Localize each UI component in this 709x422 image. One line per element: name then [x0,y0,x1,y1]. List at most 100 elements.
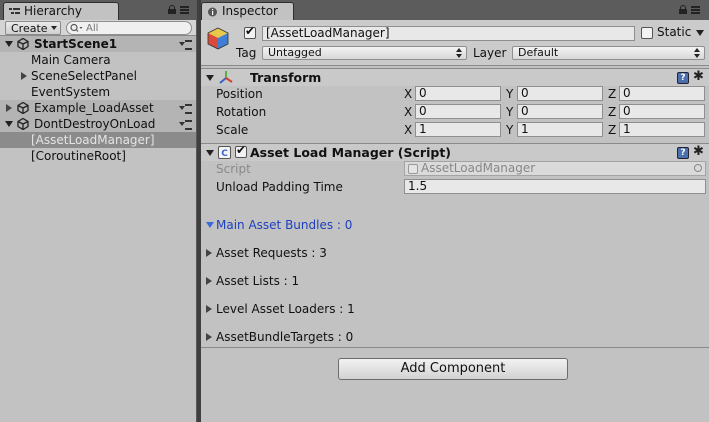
script-component-title: Asset Load Manager (Script) [250,145,452,160]
inspector-tab-controls [679,5,700,14]
rotation-z-field[interactable]: 0 [619,104,705,119]
tab-hierarchy-label: Hierarchy [24,4,83,18]
static-dropdown-icon[interactable] [696,30,704,36]
gear-icon[interactable]: ✱ [693,145,709,159]
layer-dropdown[interactable]: Default [512,46,705,60]
scene-row-startscene1[interactable]: StartScene1 [0,36,196,52]
scene-menu-icon[interactable] [179,120,192,130]
axis-z-label: Z [608,105,617,119]
foldout-label: Level Asset Loaders : 1 [216,302,355,316]
item-label: [CoroutineRoot] [31,149,126,163]
foldout-label: Main Asset Bundles : 0 [216,218,353,232]
svg-text:C: C [221,149,228,159]
foldout-arrow-icon[interactable] [206,75,214,81]
search-input[interactable] [84,22,184,34]
tab-hierarchy[interactable]: Hierarchy [3,2,119,20]
create-button[interactable]: Create [5,21,61,35]
scene-label: DontDestroyOnLoad [34,117,156,131]
scale-z-field[interactable]: 1 [619,122,705,137]
position-z-field[interactable]: 0 [619,86,705,101]
position-x-field[interactable]: 0 [415,86,501,101]
foldout-level-asset-loaders[interactable]: Level Asset Loaders : 1 [206,301,355,317]
axis-y-label: Y [506,123,514,137]
component-enabled-checkbox[interactable] [235,143,247,158]
unity-scene-icon [17,118,29,130]
rotation-label: Rotation [216,105,267,119]
expand-arrow-icon[interactable] [5,121,13,127]
gear-icon[interactable]: ✱ [693,70,709,84]
lock-icon[interactable] [168,5,176,14]
active-checkbox[interactable] [244,24,256,39]
foldout-arrow-icon[interactable] [206,150,214,156]
transform-header[interactable]: Transform ? ✱ [201,68,709,86]
lock-icon[interactable] [679,5,687,14]
hierarchy-list: StartScene1 Main Camera SceneSelectPanel… [0,36,196,164]
hierarchy-panel: Hierarchy Create Star [0,0,197,422]
transform-title: Transform [250,70,322,85]
static-checkbox[interactable] [641,27,653,39]
foldout-assetbundle-targets[interactable]: AssetBundleTargets : 0 [206,329,353,345]
panel-menu-icon[interactable] [691,5,700,14]
gameobject-header: [AssetLoadManager] Static Tag Untagged L… [201,20,709,66]
hierarchy-item-assetloadmanager[interactable]: [AssetLoadManager] [0,132,196,148]
static-label: Static [657,25,692,39]
object-name-field[interactable]: [AssetLoadManager] [262,26,635,41]
axis-z-label: Z [608,87,617,101]
foldout-asset-lists[interactable]: Asset Lists : 1 [206,273,299,289]
axis-x-label: X [404,105,413,119]
rotation-y-field[interactable]: 0 [517,104,603,119]
chevron-down-icon [50,26,57,30]
foldout-arrow-icon [206,305,212,313]
layer-value: Default [518,46,559,59]
scene-label: StartScene1 [34,37,118,51]
help-icon[interactable]: ? [677,147,689,159]
dropdown-arrows-icon [694,48,700,58]
hierarchy-search[interactable] [66,21,192,35]
expand-arrow-icon[interactable] [21,72,27,80]
unload-padding-field[interactable]: 1.5 [404,179,706,194]
scene-menu-icon[interactable] [179,104,192,114]
hierarchy-item-sceneselectpanel[interactable]: SceneSelectPanel [0,68,196,84]
foldout-arrow-icon [206,277,212,285]
help-icon[interactable]: ? [677,72,689,84]
hierarchy-tabstrip: Hierarchy [0,0,196,20]
hierarchy-item-eventsystem[interactable]: EventSystem [0,84,196,100]
scale-x-field[interactable]: 1 [415,122,501,137]
foldout-main-asset-bundles[interactable]: Main Asset Bundles : 0 [206,217,352,233]
rotation-x-field[interactable]: 0 [415,104,501,119]
hierarchy-item-coroutineroot[interactable]: [CoroutineRoot] [0,148,196,164]
expand-arrow-icon[interactable] [5,41,13,47]
foldout-label: Asset Requests : 3 [216,246,327,260]
object-picker-icon [694,164,702,172]
axis-y-label: Y [506,87,514,101]
axis-x-label: X [404,123,413,137]
unload-padding-label: Unload Padding Time [216,180,343,194]
position-y-field[interactable]: 0 [517,86,603,101]
panel-menu-icon[interactable] [180,5,189,14]
hierarchy-item-main-camera[interactable]: Main Camera [0,52,196,68]
foldout-arrow-icon [206,222,214,228]
add-component-button[interactable]: Add Component [338,358,568,380]
item-label: SceneSelectPanel [31,69,137,83]
scale-y-field[interactable]: 1 [517,122,603,137]
tab-inspector[interactable]: Inspector [201,2,294,20]
foldout-asset-requests[interactable]: Asset Requests : 3 [206,245,327,261]
script-component-header[interactable]: C Asset Load Manager (Script) ? ✱ [201,143,709,161]
divider [201,347,709,348]
scene-menu-icon[interactable] [179,40,192,50]
position-label: Position [216,87,263,101]
tab-inspector-label: Inspector [222,4,278,18]
tag-dropdown[interactable]: Untagged [262,46,467,60]
scene-row-dontdestroyonload[interactable]: DontDestroyOnLoad [0,116,196,132]
hierarchy-tab-controls [168,5,189,14]
foldout-label: AssetBundleTargets : 0 [216,330,354,344]
expand-arrow-icon[interactable] [6,104,12,112]
unity-scene-icon [17,102,29,114]
scene-row-example-loadasset[interactable]: Example_LoadAsset [0,100,196,116]
scene-label: Example_LoadAsset [34,101,154,115]
foldout-arrow-icon [206,249,212,257]
script-value: AssetLoadManager [421,161,536,175]
unity-scene-icon [17,38,29,50]
tag-label: Tag [236,46,257,60]
dropdown-arrows-icon [456,48,462,58]
